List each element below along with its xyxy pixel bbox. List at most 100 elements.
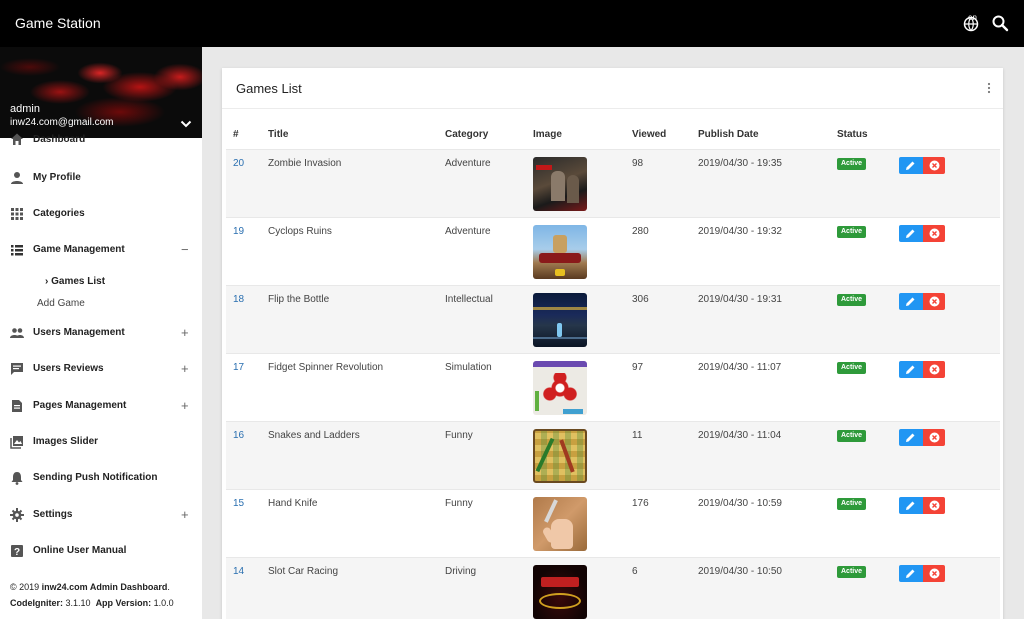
game-id[interactable]: 20 <box>233 158 244 169</box>
game-id[interactable]: 17 <box>233 362 244 373</box>
app-version-label: App Version: <box>95 598 152 608</box>
sidebar-item-dashboard[interactable]: Dashboard <box>0 128 202 158</box>
game-category: Adventure <box>445 226 491 237</box>
delete-button[interactable] <box>923 497 945 514</box>
delete-button[interactable] <box>923 429 945 446</box>
delete-button[interactable] <box>923 293 945 310</box>
pencil-icon <box>906 569 915 578</box>
game-id[interactable]: 19 <box>233 226 244 237</box>
game-thumbnail <box>533 293 587 347</box>
table-row: 15 Hand Knife Funny 176 2019/04/30 - 10:… <box>226 489 1000 557</box>
svg-text:?: ? <box>14 547 20 558</box>
sidebar-subitem-add-game[interactable]: Add Game <box>37 298 85 309</box>
edit-button[interactable] <box>899 565 923 582</box>
close-circle-icon <box>929 364 940 375</box>
copyright-brand[interactable]: inw24.com Admin Dashboard <box>42 582 168 592</box>
pencil-icon <box>906 297 915 306</box>
delete-button[interactable] <box>923 225 945 242</box>
sidebar-item-pages-management[interactable]: Pages Management + <box>0 391 202 421</box>
game-title: Slot Car Racing <box>268 566 339 577</box>
image-icon <box>10 436 23 449</box>
game-title: Fidget Spinner Revolution <box>268 362 384 373</box>
game-thumbnail <box>533 497 587 551</box>
close-circle-icon <box>929 160 940 171</box>
game-id[interactable]: 14 <box>233 566 244 577</box>
game-thumbnail <box>533 429 587 483</box>
sidebar-item-label: Users Reviews <box>33 363 104 374</box>
close-circle-icon <box>929 432 940 443</box>
delete-button[interactable] <box>923 565 945 582</box>
close-circle-icon <box>929 500 940 511</box>
game-viewed: 6 <box>632 566 638 577</box>
codeigniter-label: CodeIgniter: <box>10 598 63 608</box>
table-row: 19 Cyclops Ruins Adventure 280 2019/04/3… <box>226 217 1000 285</box>
user-email: inw24.com@gmail.com <box>10 117 114 128</box>
sidebar-item-user-manual[interactable]: ? Online User Manual <box>0 536 202 566</box>
col-header-viewed[interactable]: Viewed <box>632 129 666 140</box>
game-category: Simulation <box>445 362 492 373</box>
search-icon[interactable] <box>991 14 1009 32</box>
status-badge: Active <box>837 362 867 374</box>
sidebar-item-label: Categories <box>33 208 85 219</box>
sidebar-item-categories[interactable]: Categories <box>0 199 202 229</box>
help-icon: ? <box>11 545 23 558</box>
col-header-category[interactable]: Category <box>445 129 488 140</box>
col-header-id[interactable]: # <box>233 129 239 140</box>
page-icon <box>12 400 22 412</box>
sidebar-item-label: Game Management <box>33 244 125 255</box>
edit-button[interactable] <box>899 157 923 174</box>
card-title: Games List <box>236 81 302 96</box>
game-publish-date: 2019/04/30 - 10:59 <box>698 498 782 509</box>
edit-button[interactable] <box>899 293 923 310</box>
sidebar-item-my-profile[interactable]: My Profile <box>0 163 202 193</box>
edit-button[interactable] <box>899 429 923 446</box>
app-version: 1.0.0 <box>153 598 174 608</box>
bell-icon <box>11 472 23 485</box>
sidebar-subitem-games-list[interactable]: › Games List <box>45 276 105 287</box>
edit-button[interactable] <box>899 225 923 242</box>
sidebar-item-users-reviews[interactable]: Users Reviews + <box>0 354 202 384</box>
sidebar-item-game-management[interactable]: Game Management − <box>0 235 202 265</box>
pencil-icon <box>906 365 915 374</box>
col-header-status[interactable]: Status <box>837 129 868 140</box>
footer-versions: CodeIgniter: 3.1.10 App Version: 1.0.0 <box>10 598 174 608</box>
more-vert-icon[interactable] <box>987 82 991 94</box>
game-publish-date: 2019/04/30 - 19:31 <box>698 294 782 305</box>
edit-button[interactable] <box>899 497 923 514</box>
expand-toggle[interactable]: + <box>181 361 189 376</box>
status-badge: Active <box>837 430 867 442</box>
delete-button[interactable] <box>923 157 945 174</box>
delete-button[interactable] <box>923 361 945 378</box>
col-header-publish-date[interactable]: Publish Date <box>698 129 759 140</box>
sidebar-item-settings[interactable]: Settings + <box>0 500 202 530</box>
expand-toggle[interactable]: + <box>181 507 189 522</box>
game-title: Cyclops Ruins <box>268 226 332 237</box>
col-header-image[interactable]: Image <box>533 129 562 140</box>
footer-copyright: © 2019 inw24.com Admin Dashboard. <box>10 582 170 592</box>
game-id[interactable]: 15 <box>233 498 244 509</box>
gear-icon <box>10 508 24 522</box>
expand-toggle[interactable]: + <box>181 398 189 413</box>
col-header-title[interactable]: Title <box>268 129 288 140</box>
user-banner: admin inw24.com@gmail.com <box>0 47 202 138</box>
games-list-card: Games List # Title Category Image Viewed… <box>222 68 1003 619</box>
expand-toggle[interactable]: + <box>181 325 189 340</box>
game-title: Snakes and Ladders <box>268 430 360 441</box>
sidebar-item-label: Dashboard <box>33 134 86 145</box>
game-thumbnail <box>533 361 587 415</box>
sidebar-item-users-management[interactable]: Users Management + <box>0 318 202 348</box>
sidebar-subitem-label: Games List <box>51 276 106 287</box>
home-icon <box>11 133 23 145</box>
sidebar-item-images-slider[interactable]: Images Slider <box>0 427 202 457</box>
copyright-prefix: © 2019 <box>10 582 42 592</box>
status-badge: Active <box>837 226 867 238</box>
edit-button[interactable] <box>899 361 923 378</box>
app-title[interactable]: Game Station <box>15 15 101 31</box>
close-circle-icon <box>929 296 940 307</box>
game-id[interactable]: 18 <box>233 294 244 305</box>
sidebar-item-push-notification[interactable]: Sending Push Notification <box>0 463 202 493</box>
person-icon <box>11 172 23 184</box>
game-id[interactable]: 16 <box>233 430 244 441</box>
game-publish-date: 2019/04/30 - 19:35 <box>698 158 782 169</box>
collapse-toggle[interactable]: − <box>181 242 189 257</box>
